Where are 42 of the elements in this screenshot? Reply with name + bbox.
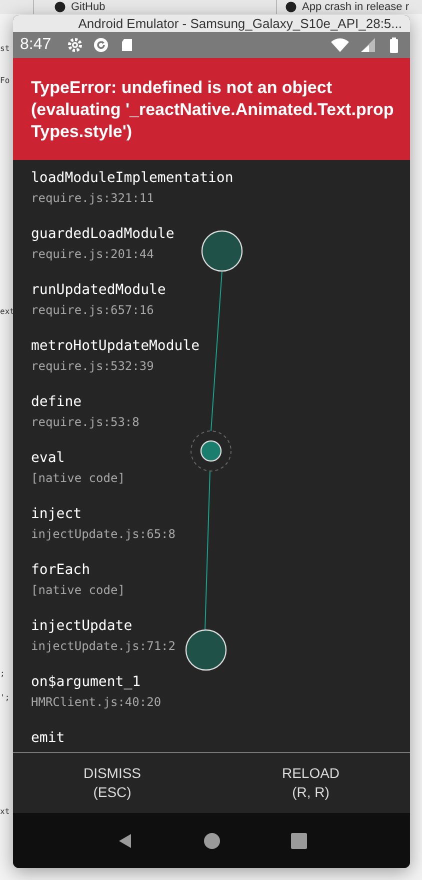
code-fragment: ; — [0, 668, 5, 680]
browser-tab[interactable]: App crash in release r — [276, 0, 409, 14]
code-fragment: '; — [0, 692, 10, 704]
stack-frame-method[interactable]: eval — [31, 449, 392, 468]
home-icon[interactable] — [204, 832, 220, 848]
wifi-icon — [330, 37, 350, 53]
stack-frame-location: injectUpdate.js:65:8 — [31, 526, 176, 543]
stack-frame-method[interactable]: define — [31, 393, 392, 412]
error-message: TypeError: undefined is not an object (evaluating '_reactNative.Animated.Text.prop Types.style') — [31, 77, 395, 143]
stack-frame-method[interactable]: metroHotUpdateModule — [31, 337, 392, 356]
code-fragment: ext — [0, 306, 14, 318]
stack-frame-location: require.js:53:8 — [31, 414, 140, 431]
touch-point — [201, 230, 243, 272]
touch-point — [190, 430, 232, 472]
browser-tab[interactable]: GitHub — [33, 0, 276, 14]
gear-icon — [67, 37, 84, 53]
code-fragment: Fo — [0, 75, 10, 87]
stack-frame-location: require.js:657:16 — [31, 302, 155, 319]
clock: 8:47 — [20, 36, 52, 54]
overview-icon[interactable] — [290, 832, 306, 848]
stack-frame-method[interactable]: inject — [31, 505, 392, 524]
stack-frame-method[interactable]: runUpdatedModule — [31, 281, 392, 300]
stack-frame-method[interactable]: emit — [31, 729, 392, 748]
window-title: Android Emulator - Samsung_Galaxy_S10e_API_28:5... — [78, 16, 402, 31]
stack-frame-location: require.js:201:44 — [31, 246, 155, 263]
code-fragment: xt — [0, 806, 10, 818]
stack-frame-method[interactable]: injectUpdate — [31, 617, 392, 636]
stack-frame-location: injectUpdate.js:71:2 — [31, 638, 176, 655]
touch-point — [185, 629, 227, 671]
signal-icon — [360, 37, 376, 53]
stack-frame-location: require.js:321:11 — [31, 190, 155, 207]
stack-frame-location: HMRClient.js:40:20 — [31, 694, 162, 711]
stack-frame-location: require.js:532:39 — [31, 358, 155, 375]
stack-frame-location: [native code] — [31, 470, 126, 487]
back-icon[interactable] — [116, 832, 132, 848]
stack-frame-method[interactable]: forEach — [31, 561, 392, 580]
stack-frame-method[interactable]: loadModuleImplementation — [31, 169, 392, 188]
stack-frame-location: [native code] — [31, 582, 126, 599]
stack-frame-method[interactable]: guardedLoadModule — [31, 225, 392, 244]
sync-icon — [93, 37, 110, 53]
code-fragment: st — [0, 43, 10, 55]
stack-frame-method[interactable]: on$argument_1 — [31, 673, 392, 692]
